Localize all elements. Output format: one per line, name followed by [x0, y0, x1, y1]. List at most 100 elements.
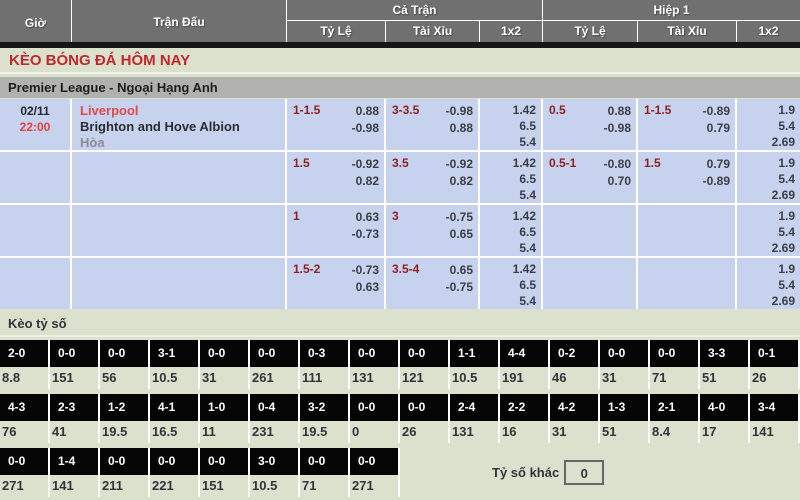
score-label[interactable]: 0-0: [150, 448, 198, 475]
score-label[interactable]: 0-2: [550, 340, 598, 367]
h1-handicap-cell[interactable]: 0.5-1 -0.800.70: [543, 152, 638, 203]
score-label[interactable]: 3-2: [300, 394, 348, 421]
score-label[interactable]: 0-0: [250, 340, 298, 367]
score-bet-option[interactable]: 3-1 10.5: [150, 340, 200, 389]
score-bet-option[interactable]: 0-0 221: [150, 448, 200, 497]
score-label[interactable]: 0-0: [300, 448, 348, 475]
odds-value[interactable]: -0.98: [352, 120, 379, 137]
score-label[interactable]: 3-0: [250, 448, 298, 475]
score-label[interactable]: 0-0: [350, 340, 398, 367]
score-label[interactable]: 0-0: [100, 340, 148, 367]
odds-value[interactable]: 2.69: [737, 240, 795, 256]
score-label[interactable]: 2-3: [50, 394, 98, 421]
league-header[interactable]: Premier League - Ngoại Hạng Anh: [0, 77, 800, 98]
score-bet-option[interactable]: 3-0 10.5: [250, 448, 300, 497]
score-bet-option[interactable]: 2-2 16: [500, 394, 550, 443]
score-label[interactable]: 4-2: [550, 394, 598, 421]
score-bet-option[interactable]: 0-0 211: [100, 448, 150, 497]
score-bet-option[interactable]: 0-0 151: [50, 340, 100, 389]
score-label[interactable]: 0-0: [200, 340, 248, 367]
score-bet-option[interactable]: 1-2 19.5: [100, 394, 150, 443]
odds-value[interactable]: 6.5: [480, 171, 536, 187]
odds-value[interactable]: 5.4: [480, 240, 536, 256]
score-bet-option[interactable]: 4-2 31: [550, 394, 600, 443]
ft-overunder-cell[interactable]: 3.5-4 0.65-0.75: [386, 258, 480, 309]
score-bet-option[interactable]: 2-0 8.8: [0, 340, 50, 389]
odds-value[interactable]: 0.82: [352, 173, 379, 190]
score-bet-option[interactable]: 0-0 0: [350, 394, 400, 443]
score-label[interactable]: 0-0: [400, 394, 448, 421]
score-bet-option[interactable]: 1-1 10.5: [450, 340, 500, 389]
odds-value[interactable]: 5.4: [737, 171, 795, 187]
score-label[interactable]: 0-0: [650, 340, 698, 367]
odds-value[interactable]: 2.69: [737, 293, 795, 309]
odds-value[interactable]: 1.9: [737, 155, 795, 171]
score-bet-option[interactable]: 3-2 19.5: [300, 394, 350, 443]
score-label[interactable]: 4-4: [500, 340, 548, 367]
odds-value[interactable]: 6.5: [480, 118, 536, 134]
odds-value[interactable]: 1.42: [480, 102, 536, 118]
h1-1x2-cell[interactable]: 1.9 5.4 2.69: [737, 205, 800, 256]
score-bet-option[interactable]: 4-4 191: [500, 340, 550, 389]
score-bet-option[interactable]: 0-0 271: [350, 448, 400, 497]
home-team[interactable]: Liverpool: [80, 103, 285, 119]
score-bet-option[interactable]: 2-1 8.4: [650, 394, 700, 443]
score-bet-option[interactable]: 0-3 111: [300, 340, 350, 389]
score-label[interactable]: 2-0: [0, 340, 48, 367]
score-label[interactable]: 0-4: [250, 394, 298, 421]
h1-overunder-cell[interactable]: 1.5 0.79-0.89: [638, 152, 737, 203]
ft-1x2-cell[interactable]: 1.42 6.5 5.4: [480, 258, 543, 309]
odds-value[interactable]: 0.70: [604, 173, 631, 190]
score-label[interactable]: 0-0: [350, 448, 398, 475]
ft-1x2-cell[interactable]: 1.42 6.5 5.4: [480, 152, 543, 203]
score-label[interactable]: 0-3: [300, 340, 348, 367]
score-label[interactable]: 0-0: [600, 340, 648, 367]
h1-1x2-cell[interactable]: 1.9 5.4 2.69: [737, 258, 800, 309]
odds-value[interactable]: 5.4: [737, 224, 795, 240]
odds-value[interactable]: 0.65: [446, 262, 473, 279]
score-bet-option[interactable]: 2-4 131: [450, 394, 500, 443]
score-label[interactable]: 4-3: [0, 394, 48, 421]
score-label[interactable]: 2-2: [500, 394, 548, 421]
score-label[interactable]: 0-0: [0, 448, 48, 475]
odds-value[interactable]: 1.42: [480, 261, 536, 277]
odds-value[interactable]: -0.98: [446, 103, 473, 120]
score-label[interactable]: 0-0: [100, 448, 148, 475]
odds-value[interactable]: 1.9: [737, 102, 795, 118]
score-bet-option[interactable]: 1-3 51: [600, 394, 650, 443]
odds-value[interactable]: 0.65: [446, 226, 473, 243]
score-label[interactable]: 1-1: [450, 340, 498, 367]
score-bet-option[interactable]: 0-0 131: [350, 340, 400, 389]
odds-value[interactable]: 5.4: [480, 293, 536, 309]
odds-value[interactable]: 0.88: [446, 120, 473, 137]
ft-handicap-cell[interactable]: 1.5-2 -0.730.63: [287, 258, 386, 309]
h1-overunder-cell[interactable]: 1-1.5 -0.890.79: [638, 99, 737, 150]
score-bet-option[interactable]: 0-2 46: [550, 340, 600, 389]
score-label[interactable]: 3-1: [150, 340, 198, 367]
score-bet-option[interactable]: 3-3 51: [700, 340, 750, 389]
odds-value[interactable]: -0.98: [604, 120, 631, 137]
score-bet-option[interactable]: 3-4 141: [750, 394, 800, 443]
score-bet-option[interactable]: 2-3 41: [50, 394, 100, 443]
score-label[interactable]: 0-1: [750, 340, 798, 367]
odds-value[interactable]: 5.4: [480, 134, 536, 150]
odds-value[interactable]: 6.5: [480, 277, 536, 293]
ft-1x2-cell[interactable]: 1.42 6.5 5.4: [480, 205, 543, 256]
score-bet-option[interactable]: 0-0 151: [200, 448, 250, 497]
score-bet-option[interactable]: 0-0 56: [100, 340, 150, 389]
odds-value[interactable]: -0.92: [352, 156, 379, 173]
score-bet-option[interactable]: 4-3 76: [0, 394, 50, 443]
h1-1x2-cell[interactable]: 1.9 5.4 2.69: [737, 152, 800, 203]
score-bet-option[interactable]: 1-4 141: [50, 448, 100, 497]
score-label[interactable]: 1-3: [600, 394, 648, 421]
score-label[interactable]: 1-2: [100, 394, 148, 421]
score-label[interactable]: 0-0: [50, 340, 98, 367]
odds-value[interactable]: -0.92: [446, 156, 473, 173]
odds-value[interactable]: 1.42: [480, 155, 536, 171]
odds-value[interactable]: -0.73: [352, 262, 379, 279]
score-bet-option[interactable]: 1-0 11: [200, 394, 250, 443]
odds-value[interactable]: 0.79: [703, 156, 730, 173]
score-label[interactable]: 2-1: [650, 394, 698, 421]
ft-handicap-cell[interactable]: 1-1.5 0.88-0.98: [287, 99, 386, 150]
odds-value[interactable]: 2.69: [737, 134, 795, 150]
